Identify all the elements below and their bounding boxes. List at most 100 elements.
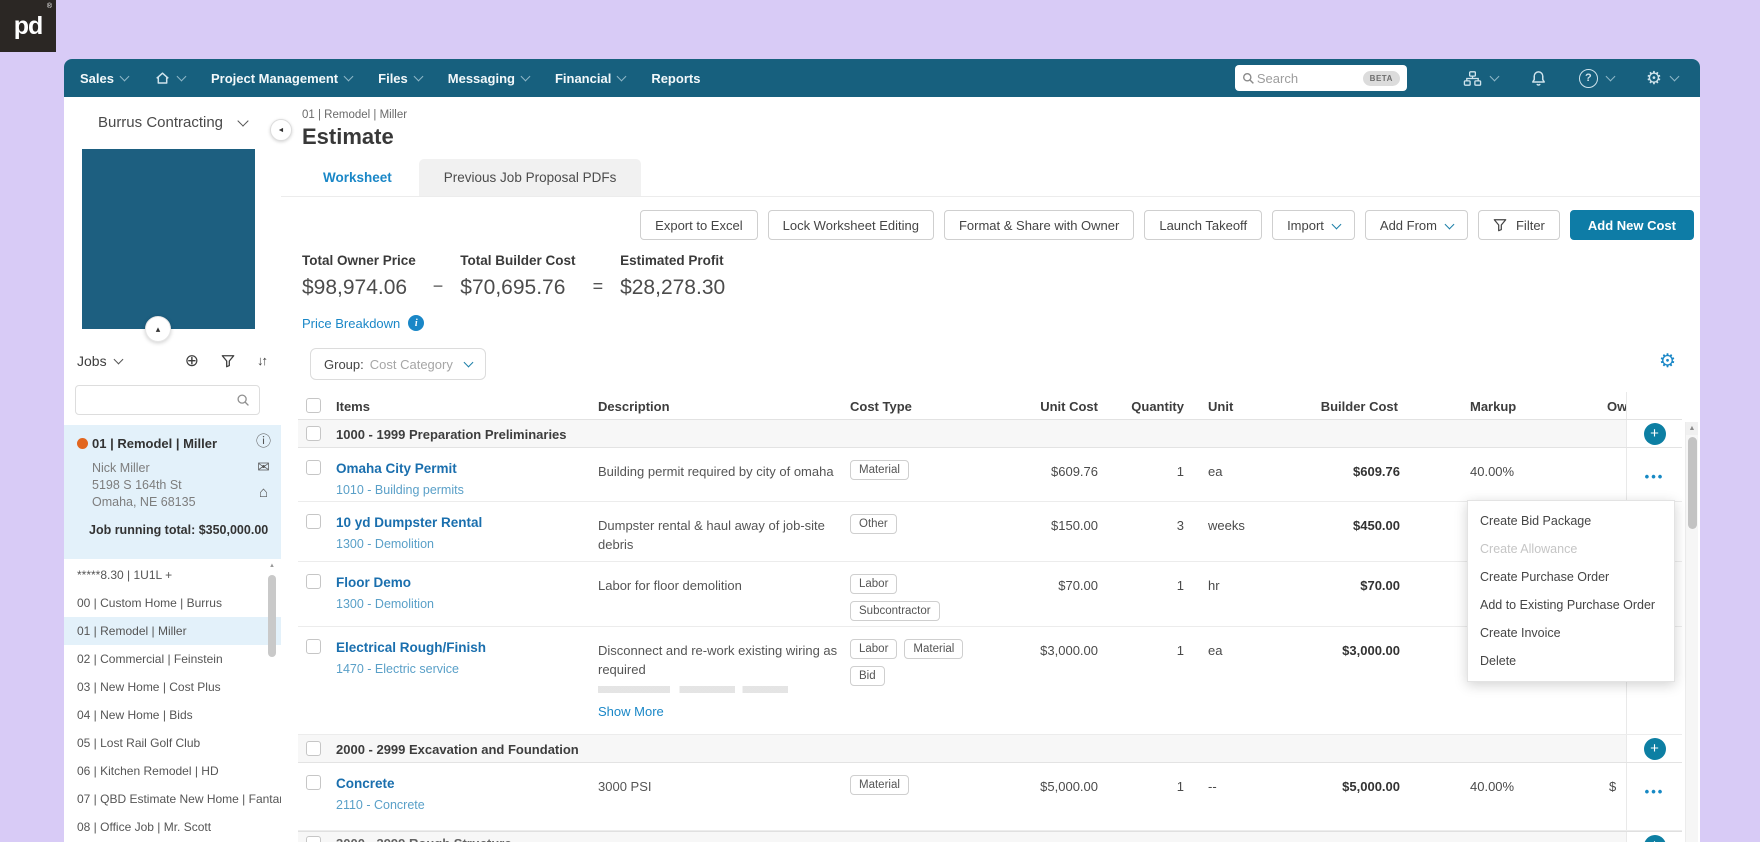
show-more-link[interactable]: Show More xyxy=(598,702,664,721)
nav-home[interactable] xyxy=(154,70,185,86)
search-icon xyxy=(1242,72,1255,85)
add-job-icon[interactable]: ⊕ xyxy=(185,352,199,369)
item-name-link[interactable]: Omaha City Permit xyxy=(336,461,598,476)
item-code-link[interactable]: 1300 - Demolition xyxy=(336,597,598,611)
nav-financial[interactable]: Financial xyxy=(555,71,625,86)
row-checkbox[interactable] xyxy=(306,514,321,529)
add-cost-to-group-button[interactable]: + xyxy=(1644,835,1666,842)
app-window: Sales Project Management Files Messaging… xyxy=(64,59,1700,842)
job-status-dot xyxy=(77,438,88,449)
info-circle-icon[interactable]: i xyxy=(408,315,424,331)
cost-type-tag: Labor xyxy=(850,574,897,594)
nav-sales[interactable]: Sales xyxy=(80,71,128,86)
selected-job-card[interactable]: 01 | Remodel | Miller Nick Miller 5198 S… xyxy=(64,425,281,559)
job-list-item[interactable]: 03 | New Home | Cost Plus xyxy=(64,673,281,701)
table-settings-gear-icon[interactable]: ⚙ xyxy=(1659,352,1676,371)
item-code-link[interactable]: 2110 - Concrete xyxy=(336,798,598,812)
job-search-box[interactable] xyxy=(75,385,260,415)
sort-jobs-icon[interactable]: ↓↑ xyxy=(257,353,266,368)
row-actions-menu-button[interactable]: ••• xyxy=(1645,784,1665,799)
add-from-dropdown-button[interactable]: Add From xyxy=(1365,210,1468,240)
item-code-link[interactable]: 1010 - Building permits xyxy=(336,483,598,497)
total-builder-cost: Total Builder Cost $70,695.76 xyxy=(460,253,575,300)
export-to-excel-button[interactable]: Export to Excel xyxy=(640,210,757,240)
job-list-item[interactable]: 02 | Commercial | Feinstein xyxy=(64,645,281,673)
chevron-down-icon[interactable] xyxy=(1605,72,1615,82)
mail-icon[interactable]: ✉ xyxy=(256,460,271,477)
jobs-selector[interactable]: Jobs xyxy=(77,353,122,369)
nav-project-management[interactable]: Project Management xyxy=(211,71,352,86)
job-list-item-selected[interactable]: 01 | Remodel | Miller xyxy=(64,617,281,645)
row-checkbox[interactable] xyxy=(306,639,321,654)
table-scrollbar[interactable]: ▲ xyxy=(1685,422,1698,842)
tab-previous-job-proposal-pdfs[interactable]: Previous Job Proposal PDFs xyxy=(419,159,642,196)
nav-files[interactable]: Files xyxy=(378,71,422,86)
search-input[interactable] xyxy=(1255,70,1363,87)
company-selector[interactable]: Burrus Contracting xyxy=(64,114,281,131)
add-cost-to-group-button[interactable]: + xyxy=(1644,423,1666,445)
menu-item-create-purchase-order[interactable]: Create Purchase Order xyxy=(1468,563,1674,591)
gear-icon[interactable]: ⚙ xyxy=(1646,69,1662,87)
job-list-item[interactable]: 05 | Lost Rail Golf Club xyxy=(64,729,281,757)
scrollbar-thumb[interactable] xyxy=(268,575,276,657)
scroll-up-arrow-icon[interactable]: ▲ xyxy=(1686,422,1698,435)
menu-item-add-to-existing-purchase-order[interactable]: Add to Existing Purchase Order xyxy=(1468,591,1674,619)
col-description: Description xyxy=(598,392,850,419)
chevron-down-icon[interactable] xyxy=(1670,72,1680,82)
row-checkbox[interactable] xyxy=(306,775,321,790)
photo-collapse-button[interactable]: ▴ xyxy=(145,316,171,342)
job-search-input[interactable] xyxy=(85,392,236,409)
item-code-link[interactable]: 1300 - Demolition xyxy=(336,537,598,551)
item-name-link[interactable]: Floor Demo xyxy=(336,575,598,590)
menu-item-delete[interactable]: Delete xyxy=(1468,647,1674,675)
select-all-checkbox[interactable] xyxy=(306,398,321,413)
estimated-profit-value: $28,278.30 xyxy=(620,276,725,300)
menu-item-create-invoice[interactable]: Create Invoice xyxy=(1468,619,1674,647)
row-checkbox[interactable] xyxy=(306,460,321,475)
import-dropdown-button[interactable]: Import xyxy=(1272,210,1355,240)
tab-bar: Worksheet Previous Job Proposal PDFs xyxy=(298,159,641,196)
group-checkbox[interactable] xyxy=(306,836,321,842)
chevron-down-icon[interactable] xyxy=(1489,72,1499,82)
filter-jobs-icon[interactable] xyxy=(221,354,235,368)
filter-button[interactable]: Filter xyxy=(1478,210,1560,240)
item-name-link[interactable]: 10 yd Dumpster Rental xyxy=(336,515,598,530)
add-new-cost-button[interactable]: Add New Cost xyxy=(1570,210,1694,240)
job-list-item[interactable]: *****8.30 | 1U1L + xyxy=(64,561,281,589)
item-name-link[interactable]: Electrical Rough/Finish xyxy=(336,640,598,655)
job-list-item[interactable]: 07 | QBD Estimate New Home | Fantana xyxy=(64,785,281,813)
job-list-item[interactable]: 08 | Office Job | Mr. Scott xyxy=(64,813,281,841)
item-name-link[interactable]: Concrete xyxy=(336,776,598,791)
add-cost-to-group-button[interactable]: + xyxy=(1644,738,1666,760)
scrollbar-thumb[interactable] xyxy=(1688,437,1697,529)
nav-messaging[interactable]: Messaging xyxy=(448,71,529,86)
help-icon[interactable]: ? xyxy=(1579,69,1598,88)
launch-takeoff-button[interactable]: Launch Takeoff xyxy=(1144,210,1262,240)
price-breakdown-link[interactable]: Price Breakdown xyxy=(302,316,400,331)
menu-item-create-bid-package[interactable]: Create Bid Package xyxy=(1468,507,1674,535)
chevron-down-icon xyxy=(177,72,187,82)
group-checkbox[interactable] xyxy=(306,426,321,441)
job-list-item[interactable]: 04 | New Home | Bids xyxy=(64,701,281,729)
scroll-up-arrow-icon[interactable]: ▲ xyxy=(268,561,276,571)
group-checkbox[interactable] xyxy=(306,741,321,756)
tab-worksheet[interactable]: Worksheet xyxy=(298,159,417,196)
truncated-text-smudge xyxy=(598,686,788,693)
job-list-scrollbar[interactable]: ▲ xyxy=(268,561,276,657)
sidebar-collapse-button[interactable]: ◄ xyxy=(270,119,292,141)
row-checkbox[interactable] xyxy=(306,574,321,589)
global-search[interactable]: BETA xyxy=(1235,65,1407,91)
info-icon[interactable]: ⓘ xyxy=(256,434,271,451)
row-actions-menu-button[interactable]: ••• xyxy=(1645,469,1665,484)
org-chart-icon[interactable] xyxy=(1463,70,1482,87)
job-list-item[interactable]: 06 | Kitchen Remodel | HD xyxy=(64,757,281,785)
format-share-with-owner-button[interactable]: Format & Share with Owner xyxy=(944,210,1134,240)
bell-icon[interactable] xyxy=(1530,70,1547,87)
job-list-item[interactable]: 00 | Custom Home | Burrus xyxy=(64,589,281,617)
cost-type-tag: Material xyxy=(850,775,909,795)
nav-reports[interactable]: Reports xyxy=(651,71,700,86)
home-icon[interactable]: ⌂ xyxy=(256,485,271,502)
group-by-dropdown[interactable]: Group: Cost Category xyxy=(310,348,486,380)
lock-worksheet-editing-button[interactable]: Lock Worksheet Editing xyxy=(768,210,934,240)
item-code-link[interactable]: 1470 - Electric service xyxy=(336,662,598,676)
